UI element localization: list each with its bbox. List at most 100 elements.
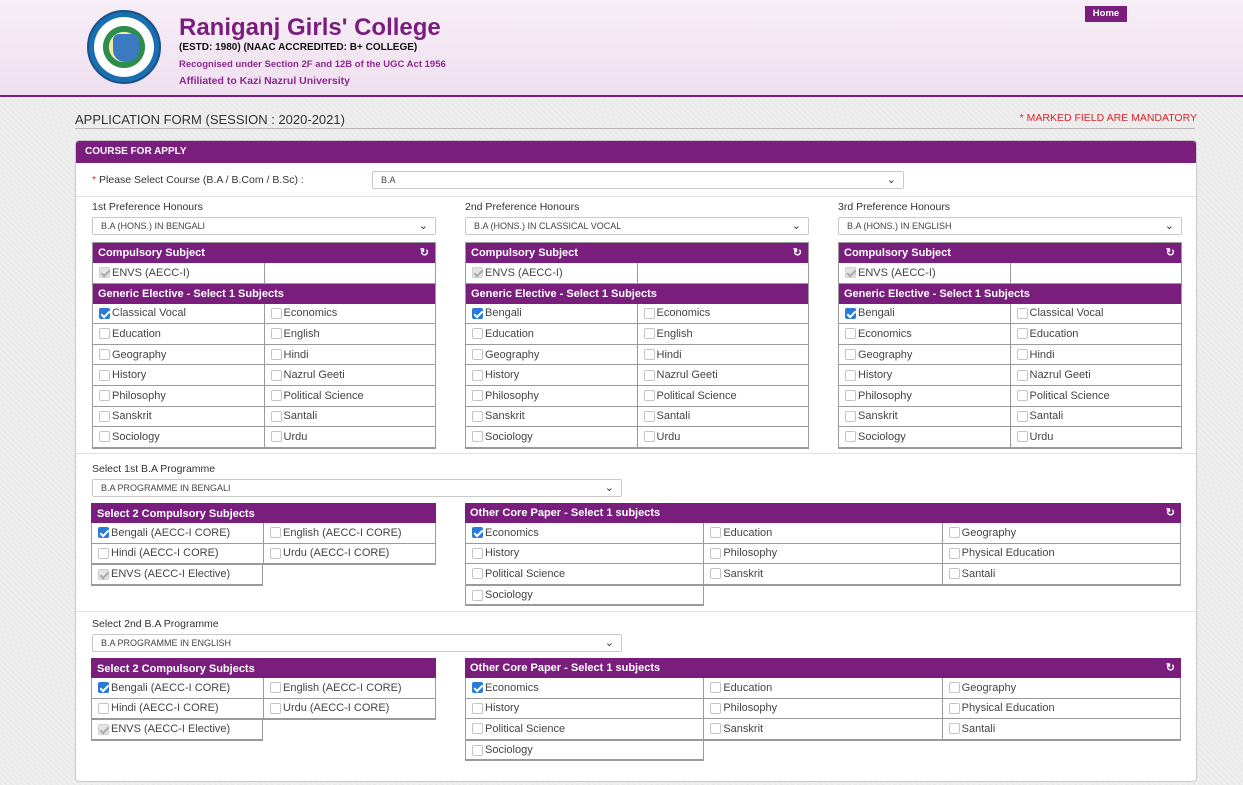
checkbox[interactable] — [1016, 431, 1028, 443]
subject-option[interactable]: Sociology — [466, 427, 638, 448]
subject-option[interactable]: English — [264, 324, 435, 345]
preference-select[interactable]: B.A (HONS.) IN CLASSICAL VOCAL ⌄ — [465, 217, 809, 235]
subject-option[interactable]: Hindi (AECC-I CORE) — [92, 543, 264, 565]
subject-option[interactable]: Sanskrit — [704, 564, 943, 585]
subject-option[interactable]: Bengali — [839, 303, 1011, 325]
checkbox[interactable] — [643, 410, 655, 422]
refresh-icon[interactable]: ↻ — [793, 243, 802, 263]
subject-option[interactable]: History — [466, 543, 705, 565]
subject-option[interactable]: Santali — [942, 719, 1180, 740]
checkbox[interactable] — [1016, 307, 1028, 319]
checkbox[interactable] — [99, 431, 110, 443]
subject-option[interactable]: Political Science — [466, 719, 705, 740]
refresh-icon[interactable]: ↻ — [1166, 503, 1175, 523]
subject-option[interactable]: Hindi — [264, 345, 435, 366]
subject-option[interactable]: Physical Education — [942, 699, 1180, 720]
checkbox[interactable] — [472, 744, 483, 756]
subject-option[interactable]: Political Science — [637, 386, 808, 407]
subject-option[interactable]: History — [839, 365, 1011, 386]
checkbox[interactable] — [1016, 410, 1028, 422]
subject-option[interactable]: Geography — [93, 344, 265, 366]
checkbox[interactable] — [845, 307, 856, 319]
checkbox[interactable] — [948, 723, 960, 735]
subject-option[interactable]: Sociology — [466, 586, 703, 606]
checkbox[interactable] — [845, 349, 856, 361]
checkbox[interactable] — [948, 568, 960, 580]
subject-option[interactable]: Sociology — [466, 741, 703, 761]
subject-option[interactable]: English — [637, 324, 808, 345]
checkbox[interactable] — [1016, 369, 1028, 381]
checkbox[interactable] — [643, 328, 655, 340]
subject-option[interactable]: Education — [704, 678, 943, 699]
checkbox[interactable] — [710, 547, 722, 559]
subject-option[interactable]: Sanskrit — [466, 406, 638, 428]
subject-option[interactable]: Political Science — [264, 386, 435, 407]
checkbox[interactable] — [643, 369, 655, 381]
checkbox[interactable] — [472, 349, 483, 361]
checkbox[interactable] — [845, 410, 856, 422]
subject-option[interactable]: Economics — [466, 523, 705, 544]
subject-option[interactable]: Santali — [637, 407, 808, 428]
checkbox[interactable] — [270, 390, 282, 402]
checkbox[interactable] — [472, 568, 483, 580]
subject-option[interactable]: Urdu — [1010, 427, 1181, 448]
subject-option[interactable]: ENVS (AECC-I Elective) — [92, 720, 262, 740]
checkbox[interactable] — [99, 410, 110, 422]
checkbox[interactable] — [710, 568, 722, 580]
subject-option[interactable]: Economics — [637, 304, 808, 325]
checkbox[interactable] — [472, 527, 483, 539]
checkbox[interactable] — [270, 328, 282, 340]
checkbox[interactable] — [472, 702, 483, 714]
checkbox[interactable] — [472, 328, 483, 340]
checkbox[interactable] — [98, 527, 109, 539]
checkbox[interactable] — [845, 369, 856, 381]
subject-option[interactable]: Geography — [942, 523, 1180, 544]
checkbox[interactable] — [99, 390, 110, 402]
subject-option[interactable]: Hindi — [637, 345, 808, 366]
checkbox[interactable] — [270, 547, 281, 559]
subject-option[interactable]: Sanskrit — [93, 406, 265, 428]
subject-option[interactable]: Geography — [942, 678, 1180, 699]
checkbox[interactable] — [270, 410, 282, 422]
checkbox[interactable] — [845, 390, 856, 402]
subject-option[interactable]: ENVS (AECC-I) — [93, 263, 265, 284]
checkbox[interactable] — [710, 682, 722, 694]
preference-select[interactable]: B.A (HONS.) IN BENGALI ⌄ — [92, 217, 436, 235]
subject-option[interactable]: Sanskrit — [839, 406, 1011, 428]
subject-option[interactable]: English (AECC-I CORE) — [264, 523, 435, 544]
checkbox[interactable] — [1016, 349, 1028, 361]
checkbox[interactable] — [98, 682, 109, 694]
subject-option[interactable]: Geography — [839, 344, 1011, 366]
subject-option[interactable]: Urdu (AECC-I CORE) — [264, 544, 435, 565]
checkbox[interactable] — [472, 589, 483, 601]
subject-option[interactable]: Santali — [942, 564, 1180, 585]
subject-option[interactable]: Hindi — [1010, 345, 1181, 366]
checkbox[interactable] — [98, 702, 109, 714]
subject-option[interactable]: English (AECC-I CORE) — [264, 678, 435, 699]
subject-option[interactable]: Economics — [264, 304, 435, 325]
subject-option[interactable]: Political Science — [466, 564, 705, 585]
subject-option[interactable]: Education — [93, 324, 265, 345]
checkbox[interactable] — [472, 307, 483, 319]
checkbox[interactable] — [643, 431, 655, 443]
checkbox[interactable] — [270, 431, 282, 443]
checkbox[interactable] — [99, 328, 110, 340]
subject-option[interactable]: Nazrul Geeti — [264, 365, 435, 386]
subject-option[interactable]: Geography — [466, 344, 638, 366]
subject-option[interactable]: Education — [466, 324, 638, 345]
checkbox[interactable] — [710, 723, 722, 735]
checkbox[interactable] — [948, 682, 960, 694]
checkbox[interactable] — [643, 349, 655, 361]
checkbox[interactable] — [270, 307, 282, 319]
checkbox[interactable] — [948, 702, 960, 714]
subject-option[interactable]: Education — [704, 523, 943, 544]
subject-option[interactable]: Philosophy — [704, 543, 943, 565]
subject-option[interactable]: Bengali (AECC-I CORE) — [92, 678, 264, 699]
subject-option[interactable]: History — [466, 698, 705, 720]
subject-option[interactable]: Philosophy — [704, 698, 943, 720]
refresh-icon[interactable]: ↻ — [1166, 658, 1175, 678]
checkbox[interactable] — [948, 547, 960, 559]
checkbox[interactable] — [1016, 390, 1028, 402]
subject-option[interactable]: Nazrul Geeti — [1010, 365, 1181, 386]
subject-option[interactable]: Bengali (AECC-I CORE) — [92, 523, 264, 544]
